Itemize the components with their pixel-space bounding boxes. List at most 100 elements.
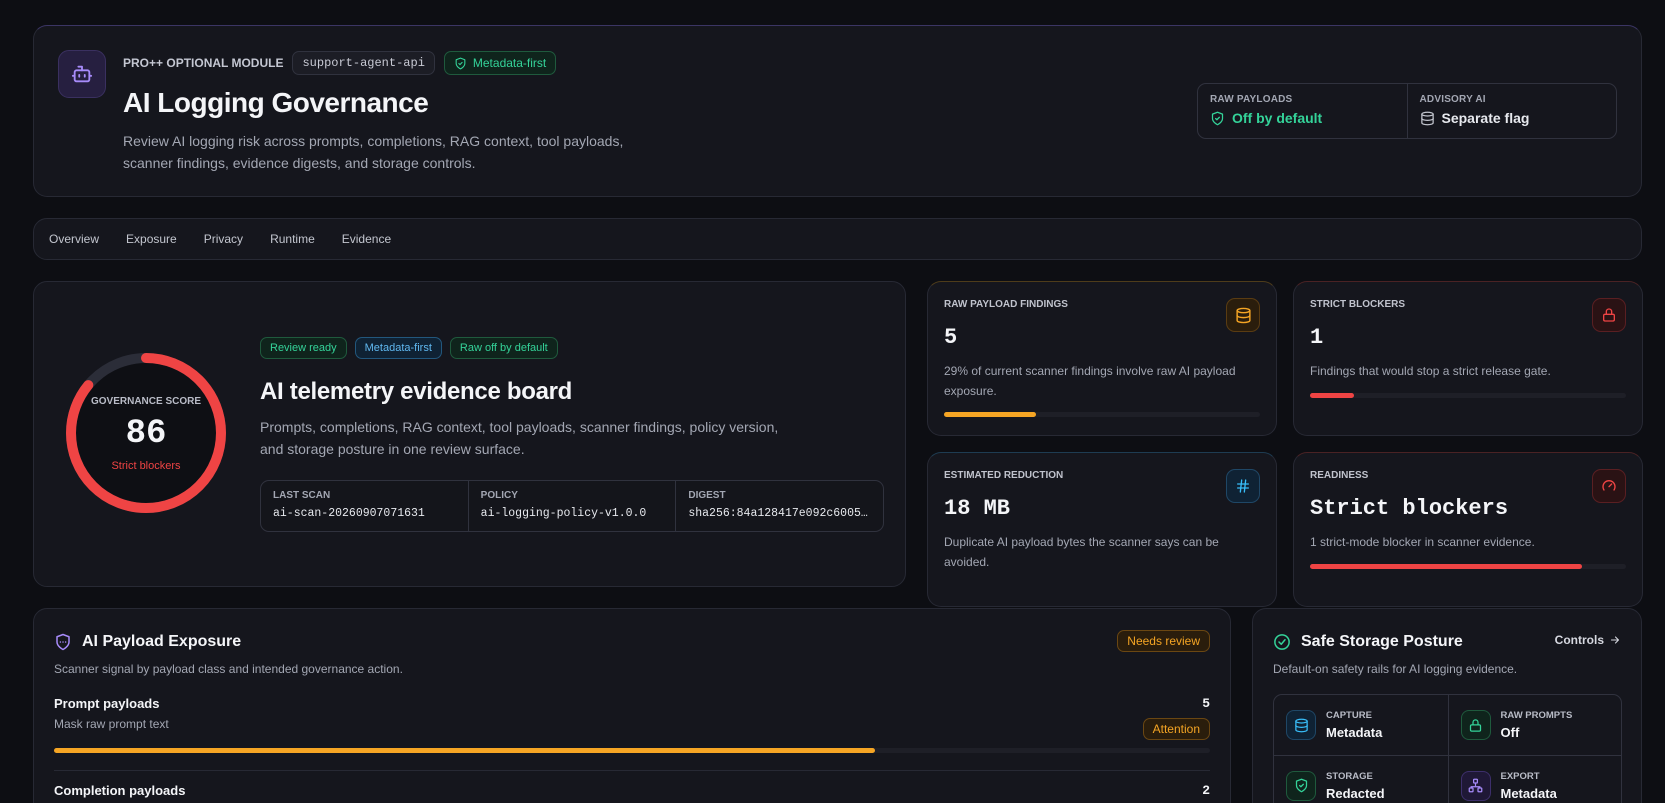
module-header: PRO++ OPTIONAL MODULE support-agent-api … — [33, 25, 1642, 197]
attention-badge: Attention — [1142, 718, 1210, 740]
estimated-reduction-card: ESTIMATED REDUCTION 18 MB Duplicate AI p… — [927, 452, 1277, 607]
row-name: Prompt payloads — [54, 696, 160, 711]
score-value: 86 — [125, 415, 167, 453]
raw-off-badge: Raw off by default — [449, 337, 558, 359]
metric-description: 29% of current scanner findings involve … — [944, 364, 1236, 398]
metric-description: 1 strict-mode blocker in scanner evidenc… — [1310, 535, 1535, 549]
field-value[interactable]: ai-scan-20260907071631 — [273, 507, 456, 520]
gauge-icon — [1592, 469, 1626, 503]
metadata-first-chip: Metadata-first — [443, 51, 557, 75]
advisory-ai-stat: ADVISORY AI Separate flag — [1406, 84, 1617, 138]
metric-value: Strict blockers — [1310, 496, 1509, 521]
stat-label: ADVISORY AI — [1419, 94, 1486, 105]
metric-progress-fill — [944, 412, 1036, 417]
payload-exposure-panel: AI Payload Exposure Scanner signal by pa… — [33, 608, 1231, 803]
row-count: 2 — [1202, 783, 1210, 798]
field-label: POLICY — [480, 490, 518, 501]
shield-check-icon — [1211, 111, 1224, 125]
row-count: 5 — [1202, 696, 1210, 711]
network-icon — [1460, 770, 1491, 801]
page-title: AI Logging Governance — [123, 87, 429, 118]
page-description: Review AI logging risk across prompts, c… — [123, 133, 624, 171]
lock-icon — [1592, 298, 1626, 332]
metric-label: ESTIMATED REDUCTION — [944, 470, 1064, 481]
control-label: STORAGE — [1326, 770, 1373, 782]
control-value: Metadata — [1500, 785, 1557, 801]
row-name: Completion payloads — [54, 783, 186, 798]
tab-bar: Overview Exposure Privacy Runtime Eviden… — [33, 218, 1642, 260]
shield-dots-icon — [56, 633, 70, 651]
raw-payload-findings-card: RAW PAYLOAD FINDINGS 5 29% of current sc… — [927, 281, 1277, 436]
metric-label: RAW PAYLOAD FINDINGS — [944, 299, 1068, 310]
row-description: Mask raw prompt text — [54, 717, 169, 731]
robot-icon — [58, 50, 106, 98]
metric-progress-track — [1310, 393, 1626, 398]
control-label: EXPORT — [1500, 770, 1540, 782]
module-kicker: PRO++ OPTIONAL MODULE — [123, 56, 284, 70]
field-value[interactable]: sha256:84a128417e092c6005c… — [688, 507, 871, 520]
metric-progress-fill — [1310, 393, 1355, 398]
safe-storage-panel: Safe Storage Posture Default-on safety r… — [1252, 608, 1642, 803]
panel-subtitle: Scanner signal by payload class and inte… — [54, 662, 403, 676]
tab-evidence[interactable]: Evidence — [342, 232, 391, 246]
raw-payloads-stat: RAW PAYLOADS Off by default — [1198, 84, 1407, 138]
header-stats: RAW PAYLOADS Off by default ADVISORY AI … — [1197, 83, 1617, 139]
arrow-right-icon — [1610, 636, 1620, 644]
policy-field: POLICY ai-logging-policy-v1.0.0 — [467, 481, 676, 531]
field-value[interactable]: ai-logging-policy-v1.0.0 — [481, 507, 664, 520]
row-divider — [54, 770, 1210, 771]
scan-metadata: LAST SCAN ai-scan-20260907071631 POLICY … — [260, 480, 884, 532]
exposure-row-completion[interactable]: Completion payloads 2 — [54, 783, 1210, 798]
digest-field: DIGEST sha256:84a128417e092c6005c… — [675, 481, 883, 531]
metric-description: Findings that would stop a strict releas… — [1310, 364, 1551, 378]
service-chip[interactable]: support-agent-api — [292, 51, 435, 75]
storage-controls-grid: CAPTURE Metadata RAW PROMPTS Off STORAGE… — [1273, 694, 1622, 803]
storage-control: STORAGE Redacted — [1274, 755, 1448, 803]
row-progress-track — [54, 748, 1210, 753]
database-icon — [1420, 111, 1434, 125]
control-value: Metadata — [1326, 725, 1383, 740]
control-value: Redacted — [1326, 785, 1385, 801]
field-label: DIGEST — [688, 490, 726, 501]
metric-progress-track — [944, 412, 1260, 417]
score-status: Strict blockers — [111, 460, 181, 472]
raw-prompts-control: RAW PROMPTS Off — [1447, 695, 1622, 755]
row-progress-fill — [54, 748, 875, 753]
check-circle-icon — [1274, 634, 1290, 650]
metric-value: 5 — [944, 325, 958, 350]
tab-privacy[interactable]: Privacy — [204, 232, 243, 246]
control-value: Off — [1500, 725, 1520, 740]
evidence-board-card: GOVERNANCE SCORE 86 Strict blockers Revi… — [33, 281, 906, 587]
stat-value: Separate flag — [1441, 110, 1530, 126]
metric-label: STRICT BLOCKERS — [1310, 299, 1405, 310]
hash-icon — [1226, 469, 1260, 503]
metric-value: 1 — [1310, 325, 1324, 350]
control-label: RAW PROMPTS — [1500, 710, 1573, 721]
field-label: LAST SCAN — [273, 490, 331, 501]
metadata-first-label: Metadata-first — [472, 56, 547, 70]
controls-link[interactable]: Controls — [1555, 633, 1621, 647]
lock-icon — [1460, 710, 1491, 740]
review-ready-badge: Review ready — [260, 337, 347, 359]
metric-progress-track — [1310, 564, 1626, 569]
metric-description: Duplicate AI payload bytes the scanner s… — [944, 535, 1219, 569]
metric-label: READINESS — [1310, 470, 1369, 481]
metric-value: 18 MB — [944, 496, 1011, 521]
exposure-row-prompt[interactable]: Prompt payloads Mask raw prompt text 5 A… — [54, 696, 1210, 771]
board-title: AI telemetry evidence board — [260, 378, 573, 405]
controls-link-label: Controls — [1554, 633, 1604, 647]
panel-title: AI Payload Exposure — [82, 633, 242, 650]
shield-check-icon — [1286, 770, 1316, 801]
database-icon — [1286, 710, 1316, 740]
tab-exposure[interactable]: Exposure — [126, 232, 177, 246]
score-label: GOVERNANCE SCORE — [90, 396, 201, 407]
board-description: Prompts, completions, RAG context, tool … — [260, 419, 779, 457]
tab-overview[interactable]: Overview — [49, 232, 99, 246]
metadata-first-badge: Metadata-first — [354, 337, 442, 359]
export-control: EXPORT Metadata — [1447, 755, 1621, 803]
last-scan-field: LAST SCAN ai-scan-20260907071631 — [261, 481, 468, 531]
capture-control: CAPTURE Metadata — [1274, 695, 1448, 755]
tab-runtime[interactable]: Runtime — [270, 232, 315, 246]
strict-blockers-card: STRICT BLOCKERS 1 Findings that would st… — [1293, 281, 1643, 436]
shield-check-icon — [455, 57, 466, 69]
